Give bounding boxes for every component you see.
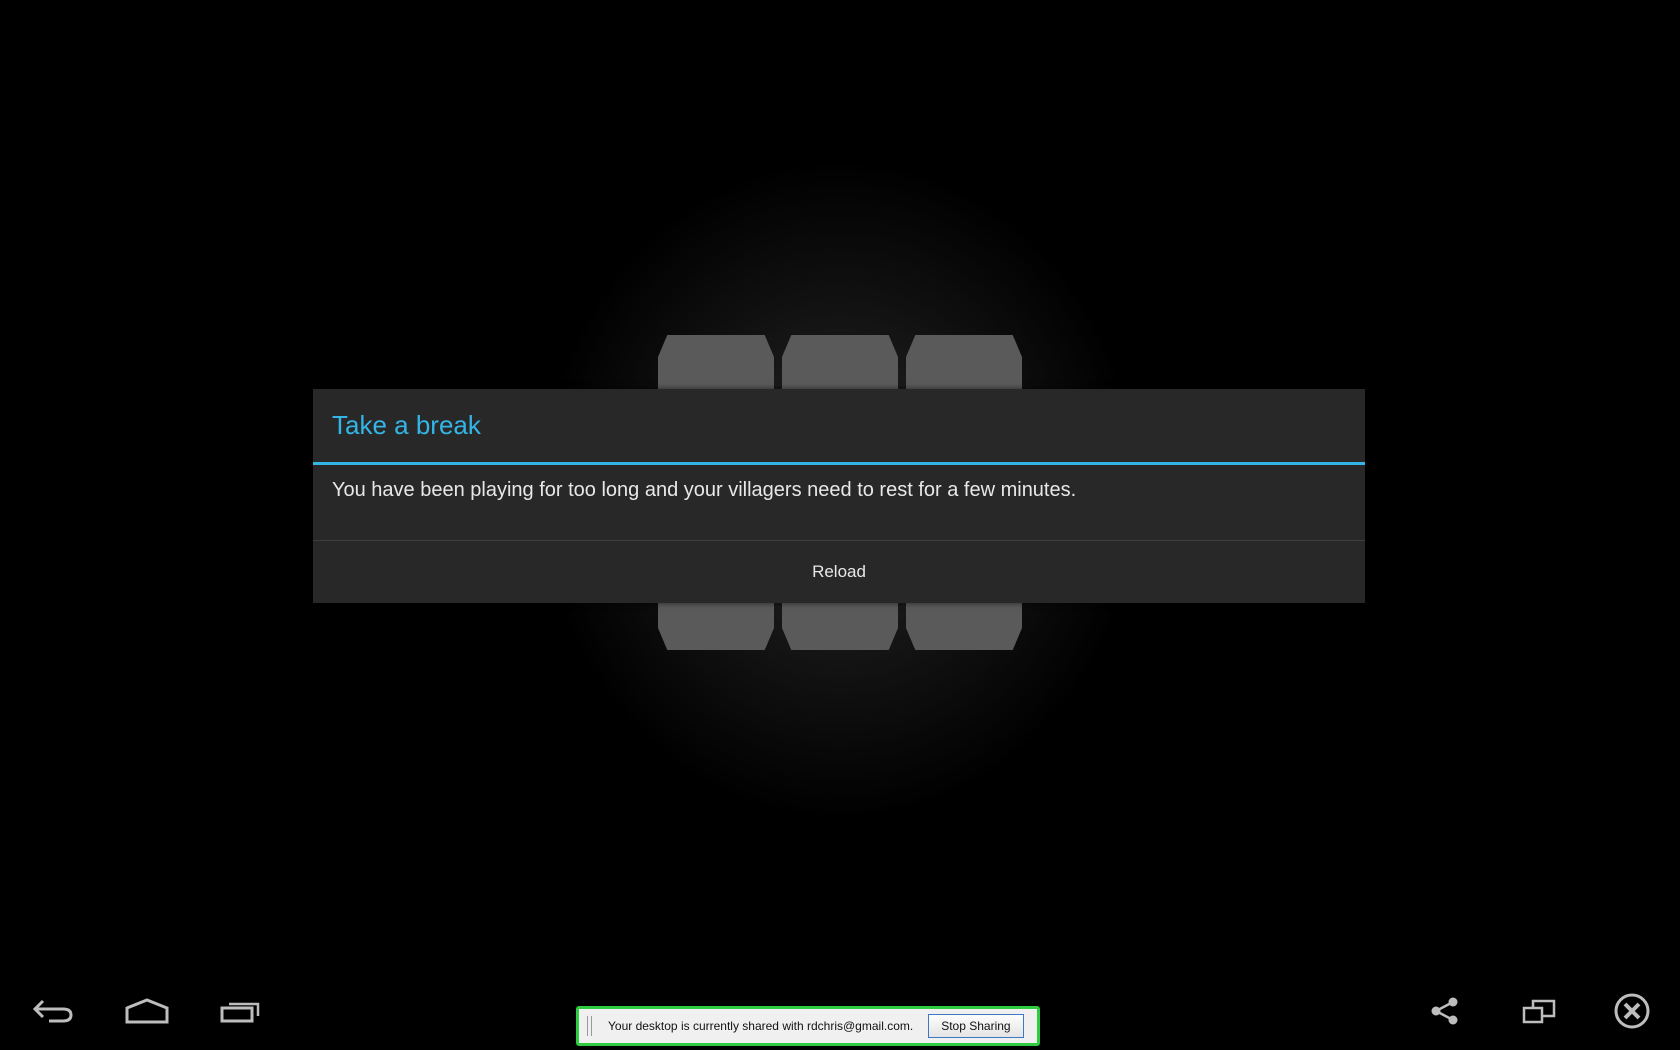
drag-handle[interactable] — [587, 1016, 592, 1036]
dialog-title: Take a break — [313, 389, 1365, 465]
sharing-status-text: Your desktop is currently shared with rd… — [608, 1019, 914, 1033]
app-screen: Take a break You have been playing for t… — [0, 0, 1680, 1050]
dialog-message: You have been playing for too long and y… — [313, 465, 1365, 541]
take-a-break-dialog: Take a break You have been playing for t… — [313, 389, 1365, 603]
close-icon[interactable] — [1602, 986, 1662, 1036]
stop-sharing-button[interactable]: Stop Sharing — [928, 1014, 1024, 1038]
back-icon[interactable] — [23, 986, 83, 1036]
home-icon[interactable] — [117, 986, 177, 1036]
screen-rotate-icon[interactable] — [1509, 986, 1569, 1036]
recent-apps-icon[interactable] — [211, 986, 271, 1036]
desktop-sharing-bar: Your desktop is currently shared with rd… — [576, 1006, 1040, 1046]
reload-button[interactable]: Reload — [313, 541, 1365, 603]
share-icon[interactable] — [1415, 986, 1475, 1036]
